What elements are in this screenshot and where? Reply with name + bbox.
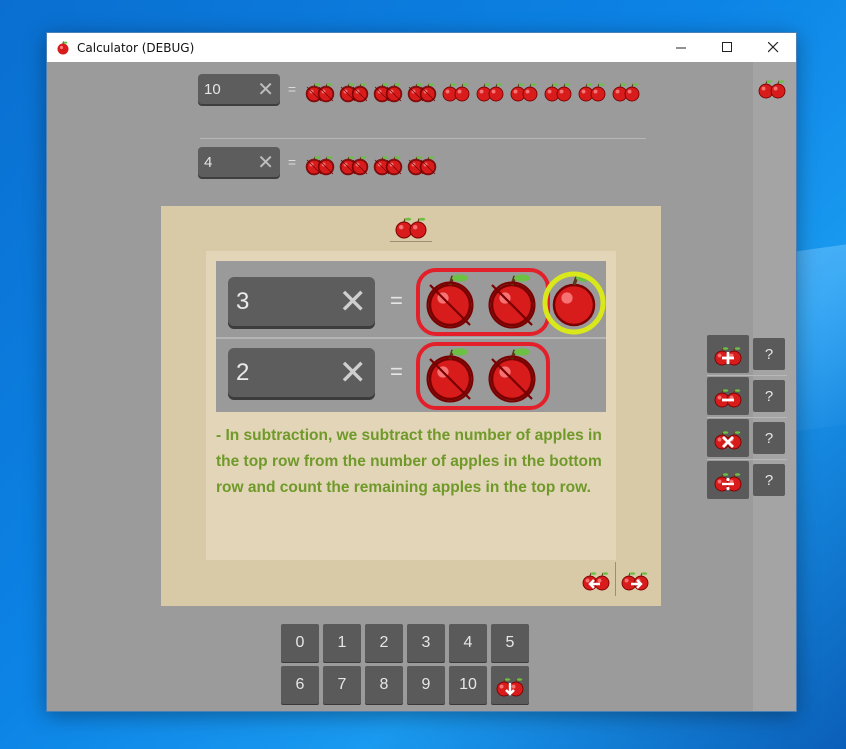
op-row-add: ? bbox=[707, 335, 787, 376]
apple-menu-icon[interactable] bbox=[756, 72, 788, 102]
close-icon bbox=[767, 42, 778, 53]
example-equals: = bbox=[390, 288, 403, 313]
apple-pair-icon bbox=[544, 83, 572, 102]
apple-pair-icon bbox=[305, 83, 335, 103]
key-0[interactable]: 0 bbox=[281, 624, 319, 662]
op-separator bbox=[707, 375, 787, 376]
multiply-button[interactable] bbox=[707, 419, 749, 457]
calculator-window: Calculator (DEBUG) 10 ✕ = 4 ✕ = 3 ✕ = 2 … bbox=[46, 32, 797, 712]
op-row-divide: ? bbox=[707, 461, 785, 499]
equals-sign: = bbox=[287, 154, 297, 170]
key-9[interactable]: 9 bbox=[407, 666, 445, 704]
op-separator bbox=[707, 459, 787, 460]
subtract-button[interactable] bbox=[707, 377, 749, 415]
key-5[interactable]: 5 bbox=[491, 624, 529, 662]
top-row-1-apples bbox=[304, 75, 642, 103]
maximize-icon bbox=[721, 42, 732, 52]
apple-pair-icon bbox=[373, 83, 403, 103]
previous-page-icon[interactable] bbox=[580, 564, 612, 594]
explanation-text: - In subtraction, we subtract the number… bbox=[216, 427, 602, 496]
client-area: 10 ✕ = 4 ✕ = 3 ✕ = 2 ✕ = - In subtractio… bbox=[47, 62, 796, 711]
apple-pair-icon bbox=[339, 156, 369, 176]
row-divider bbox=[200, 138, 646, 139]
panel-navigation bbox=[580, 562, 651, 596]
close-button[interactable] bbox=[750, 33, 796, 62]
next-page-icon[interactable] bbox=[619, 564, 651, 594]
minimize-icon bbox=[675, 47, 686, 49]
example-row-2-apples bbox=[416, 342, 550, 410]
key-8[interactable]: 8 bbox=[365, 666, 403, 704]
example-illustration: 3 ✕ = 2 ✕ = bbox=[216, 261, 606, 412]
example-row-2-value: 2 bbox=[236, 358, 250, 386]
top-row-2-value: 4 bbox=[204, 153, 213, 171]
divide-icon bbox=[714, 473, 742, 492]
example-row-1-input: 3 ✕ bbox=[228, 277, 375, 326]
divide-help-button[interactable]: ? bbox=[753, 464, 785, 496]
op-row-multiply: ? bbox=[707, 419, 787, 460]
top-row-1: 10 ✕ = bbox=[198, 74, 642, 104]
panel-title-underline bbox=[390, 241, 432, 242]
help-content: 3 ✕ = 2 ✕ = - In subtraction, we subtrac… bbox=[206, 251, 616, 560]
subtract-help-button[interactable]: ? bbox=[753, 380, 785, 412]
key-7[interactable]: 7 bbox=[323, 666, 361, 704]
nav-separator bbox=[615, 562, 616, 596]
example-row-1-value: 3 bbox=[236, 287, 250, 315]
key-3[interactable]: 3 bbox=[407, 624, 445, 662]
key-10[interactable]: 10 bbox=[449, 666, 487, 704]
apple-pair-icon bbox=[578, 83, 606, 102]
top-row-2: 4 ✕ = bbox=[198, 147, 438, 177]
help-panel: 3 ✕ = 2 ✕ = - In subtraction, we subtrac… bbox=[161, 206, 661, 606]
maximize-button[interactable] bbox=[704, 33, 750, 62]
top-row-2-input[interactable]: 4 ✕ bbox=[198, 147, 280, 177]
apple-pair-icon bbox=[305, 156, 335, 176]
key-2[interactable]: 2 bbox=[365, 624, 403, 662]
subtract-apples-icon bbox=[395, 217, 427, 239]
clear-icon[interactable]: ✕ bbox=[257, 150, 274, 174]
op-row-subtract: ? bbox=[707, 377, 787, 418]
clear-icon: ✕ bbox=[338, 352, 368, 393]
top-row-2-apples bbox=[304, 148, 438, 176]
apple-pair-icon bbox=[476, 83, 504, 102]
example-row-2-input: 2 ✕ bbox=[228, 348, 375, 397]
op-separator bbox=[707, 417, 787, 418]
apple-pair-icon bbox=[407, 156, 437, 176]
add-button[interactable] bbox=[707, 335, 749, 373]
apple-pair-icon bbox=[407, 83, 437, 103]
apple-pair-icon bbox=[442, 83, 470, 102]
apple-pair-icon bbox=[339, 83, 369, 103]
apple-pair-icon bbox=[510, 83, 538, 102]
backspace-button[interactable] bbox=[491, 666, 529, 704]
clear-icon: ✕ bbox=[338, 281, 368, 322]
apple-pair-icon bbox=[373, 156, 403, 176]
top-row-1-value: 10 bbox=[204, 80, 221, 98]
operation-buttons: ? ? ? ? bbox=[707, 335, 787, 503]
add-help-button[interactable]: ? bbox=[753, 338, 785, 370]
minimize-button[interactable] bbox=[658, 33, 704, 62]
apple-pair-icon bbox=[612, 83, 640, 102]
clear-icon[interactable]: ✕ bbox=[257, 77, 274, 101]
multiply-help-button[interactable]: ? bbox=[753, 422, 785, 454]
backspace-apple-icon bbox=[496, 678, 524, 697]
apple-icon bbox=[57, 40, 69, 54]
key-1[interactable]: 1 bbox=[323, 624, 361, 662]
titlebar: Calculator (DEBUG) bbox=[47, 33, 796, 62]
add-icon bbox=[714, 347, 742, 366]
equals-sign: = bbox=[287, 81, 297, 97]
top-row-1-input[interactable]: 10 ✕ bbox=[198, 74, 280, 104]
subtract-icon bbox=[714, 389, 742, 408]
key-6[interactable]: 6 bbox=[281, 666, 319, 704]
window-title: Calculator (DEBUG) bbox=[77, 40, 195, 55]
example-equals: = bbox=[390, 359, 403, 384]
multiply-icon bbox=[714, 431, 742, 450]
divide-button[interactable] bbox=[707, 461, 749, 499]
number-keypad: 0 1 2 3 4 5 6 7 8 9 10 bbox=[281, 624, 529, 704]
example-row-1-apples bbox=[416, 268, 606, 336]
key-4[interactable]: 4 bbox=[449, 624, 487, 662]
